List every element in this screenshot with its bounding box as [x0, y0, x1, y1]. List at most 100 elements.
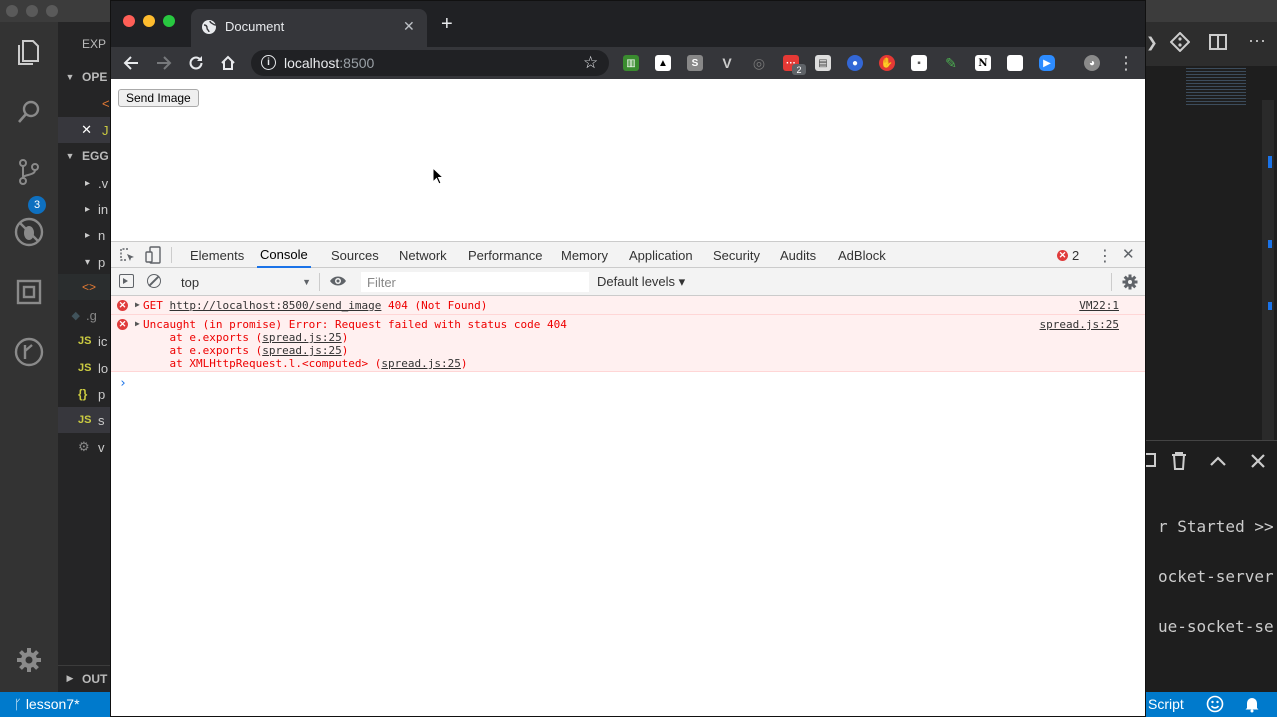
reload-icon[interactable] — [185, 52, 207, 74]
project-header[interactable]: ▼ EGG — [58, 143, 110, 169]
address-bar[interactable]: i localhost:8500 ☆ — [251, 50, 609, 76]
request-url-link[interactable]: http://localhost:8500/send_image — [170, 299, 382, 312]
source-link[interactable]: VM22:1 — [1079, 299, 1119, 312]
ext-green-icon[interactable]: ✎ — [943, 55, 959, 71]
tab-application[interactable]: Application — [629, 242, 693, 268]
ext-notion-icon[interactable]: N — [975, 55, 991, 71]
tab-elements[interactable]: Elements — [190, 242, 244, 268]
ext-zoom-icon[interactable]: ▶ — [1039, 55, 1055, 71]
context-selector[interactable]: top ▼ — [177, 272, 315, 292]
tab-adblock[interactable]: AdBlock — [838, 242, 886, 268]
console-settings-gear-icon[interactable] — [1122, 274, 1138, 290]
maximize-panel-icon[interactable] — [1146, 453, 1156, 467]
language-mode[interactable]: Script — [1148, 696, 1184, 712]
console-error-message[interactable]: ✕ ▶ Uncaught (in promise) Error: Request… — [111, 315, 1145, 372]
tree-file-js-2[interactable]: JS lo — [58, 355, 110, 381]
bookmark-star-icon[interactable]: ☆ — [583, 53, 598, 73]
ext-vue-icon[interactable]: V — [719, 55, 735, 71]
console-filter-input[interactable] — [361, 272, 589, 292]
tab-audits[interactable]: Audits — [780, 242, 816, 268]
tree-file-gitignore[interactable]: ◆ .g — [58, 302, 110, 328]
close-panel-icon[interactable] — [1248, 451, 1268, 471]
chevron-up-icon[interactable] — [1208, 451, 1228, 471]
profile-avatar[interactable]: ◕ — [1084, 55, 1100, 71]
feedback-smiley-icon[interactable] — [1206, 695, 1224, 713]
explorer-icon[interactable] — [0, 32, 58, 72]
close-editor-icon[interactable]: ✕ — [58, 122, 102, 138]
tree-file-js-3[interactable]: JS s — [58, 407, 110, 433]
clear-console-icon[interactable] — [147, 274, 161, 288]
minimize-window-button[interactable] — [143, 15, 155, 27]
tree-folder-n[interactable]: ▸ n — [58, 222, 110, 248]
info-icon[interactable]: i — [261, 55, 276, 70]
outline-header[interactable]: ▶ OUT — [58, 665, 110, 691]
error-counter[interactable]: ✕ 2 — [1057, 248, 1079, 263]
git-compare-icon[interactable] — [1170, 32, 1190, 52]
stack-link[interactable]: spread.js:25 — [262, 344, 341, 357]
tab-console[interactable]: Console — [257, 242, 311, 268]
chevron-right-icon[interactable]: ❯ — [1146, 34, 1158, 51]
chrome-menu-icon[interactable]: ⋮ — [1115, 52, 1137, 74]
console-prompt-chevron-icon[interactable]: › — [119, 376, 127, 391]
vscode-minimize-dot[interactable] — [26, 5, 38, 17]
live-expression-eye-icon[interactable] — [329, 274, 347, 288]
new-tab-button[interactable]: + — [441, 14, 453, 34]
console-error-message[interactable]: ✕ ▶ GET http://localhost:8500/send_image… — [111, 296, 1145, 315]
tab-performance[interactable]: Performance — [468, 242, 542, 268]
debug-icon[interactable] — [0, 212, 58, 252]
stack-link[interactable]: spread.js:25 — [381, 357, 460, 370]
tree-folder-in[interactable]: ▸ in — [58, 196, 110, 222]
more-actions-icon[interactable]: ··· — [1248, 30, 1266, 51]
minimap[interactable] — [1186, 66, 1246, 106]
ext-chart-icon[interactable]: ▥ — [623, 55, 639, 71]
vscode-zoom-dot[interactable] — [46, 5, 58, 17]
close-tab-icon[interactable]: ✕ — [403, 18, 415, 35]
devtools-menu-icon[interactable]: ⋮ — [1097, 246, 1113, 266]
source-link[interactable]: spread.js:25 — [1040, 318, 1119, 331]
open-editor-active-item[interactable]: ✕ J — [58, 117, 110, 143]
tree-folder-p[interactable]: ▾ p — [58, 249, 110, 275]
tab-sources[interactable]: Sources — [331, 242, 379, 268]
ext-bitbucket-icon[interactable]: ▲ — [655, 55, 671, 71]
inspect-element-icon[interactable] — [119, 247, 135, 263]
branch-indicator[interactable]: ᚴ lesson7* — [14, 696, 80, 712]
ext-disabled-icon[interactable]: ◎ — [751, 55, 767, 71]
ext-white-icon[interactable]: ▪ — [911, 55, 927, 71]
sidebar-toggle-icon[interactable] — [119, 274, 134, 288]
device-toolbar-icon[interactable] — [145, 246, 161, 264]
vscode-close-dot[interactable] — [6, 5, 18, 17]
tab-memory[interactable]: Memory — [561, 242, 608, 268]
zoom-window-button[interactable] — [163, 15, 175, 27]
send-image-button[interactable]: Send Image — [118, 89, 199, 107]
split-editor-icon[interactable] — [1208, 32, 1228, 52]
open-editors-header[interactable]: ▼ OPE — [58, 64, 110, 90]
ext-s-icon[interactable]: S — [687, 55, 703, 71]
ext-square-icon[interactable] — [1007, 55, 1023, 71]
tree-file-json[interactable]: {} p — [58, 381, 110, 407]
back-arrow-icon[interactable] — [120, 52, 142, 74]
ext-blue-circle-icon[interactable]: ● — [847, 55, 863, 71]
close-devtools-icon[interactable]: ✕ — [1122, 245, 1135, 263]
tab-network[interactable]: Network — [399, 242, 447, 268]
notifications-bell-icon[interactable] — [1243, 695, 1261, 713]
search-icon[interactable] — [0, 92, 58, 132]
tab-security[interactable]: Security — [713, 242, 760, 268]
tree-folder-vscode[interactable]: ▸ .v — [58, 170, 110, 196]
open-editor-item[interactable]: < — [58, 90, 110, 116]
settings-gear-icon[interactable] — [0, 640, 58, 680]
tree-file-config[interactable]: ⚙ v — [58, 434, 110, 460]
ext-doc-icon[interactable]: ▤ — [815, 55, 831, 71]
ext-adblock-hand-icon[interactable]: ✋ — [879, 55, 895, 71]
gitlens-icon[interactable] — [0, 332, 58, 372]
expand-triangle-icon[interactable]: ▶ — [135, 319, 140, 328]
log-levels-dropdown[interactable]: Default levels ▾ — [597, 272, 685, 292]
trash-icon[interactable] — [1170, 451, 1188, 471]
tree-file-js-1[interactable]: JS ic — [58, 328, 110, 354]
source-control-icon[interactable] — [0, 152, 58, 192]
tab-document[interactable]: Document ✕ — [191, 9, 427, 47]
stack-link[interactable]: spread.js:25 — [262, 331, 341, 344]
expand-triangle-icon[interactable]: ▶ — [135, 300, 140, 309]
close-window-button[interactable] — [123, 15, 135, 27]
extensions-icon[interactable] — [0, 272, 58, 312]
home-icon[interactable] — [217, 52, 239, 74]
